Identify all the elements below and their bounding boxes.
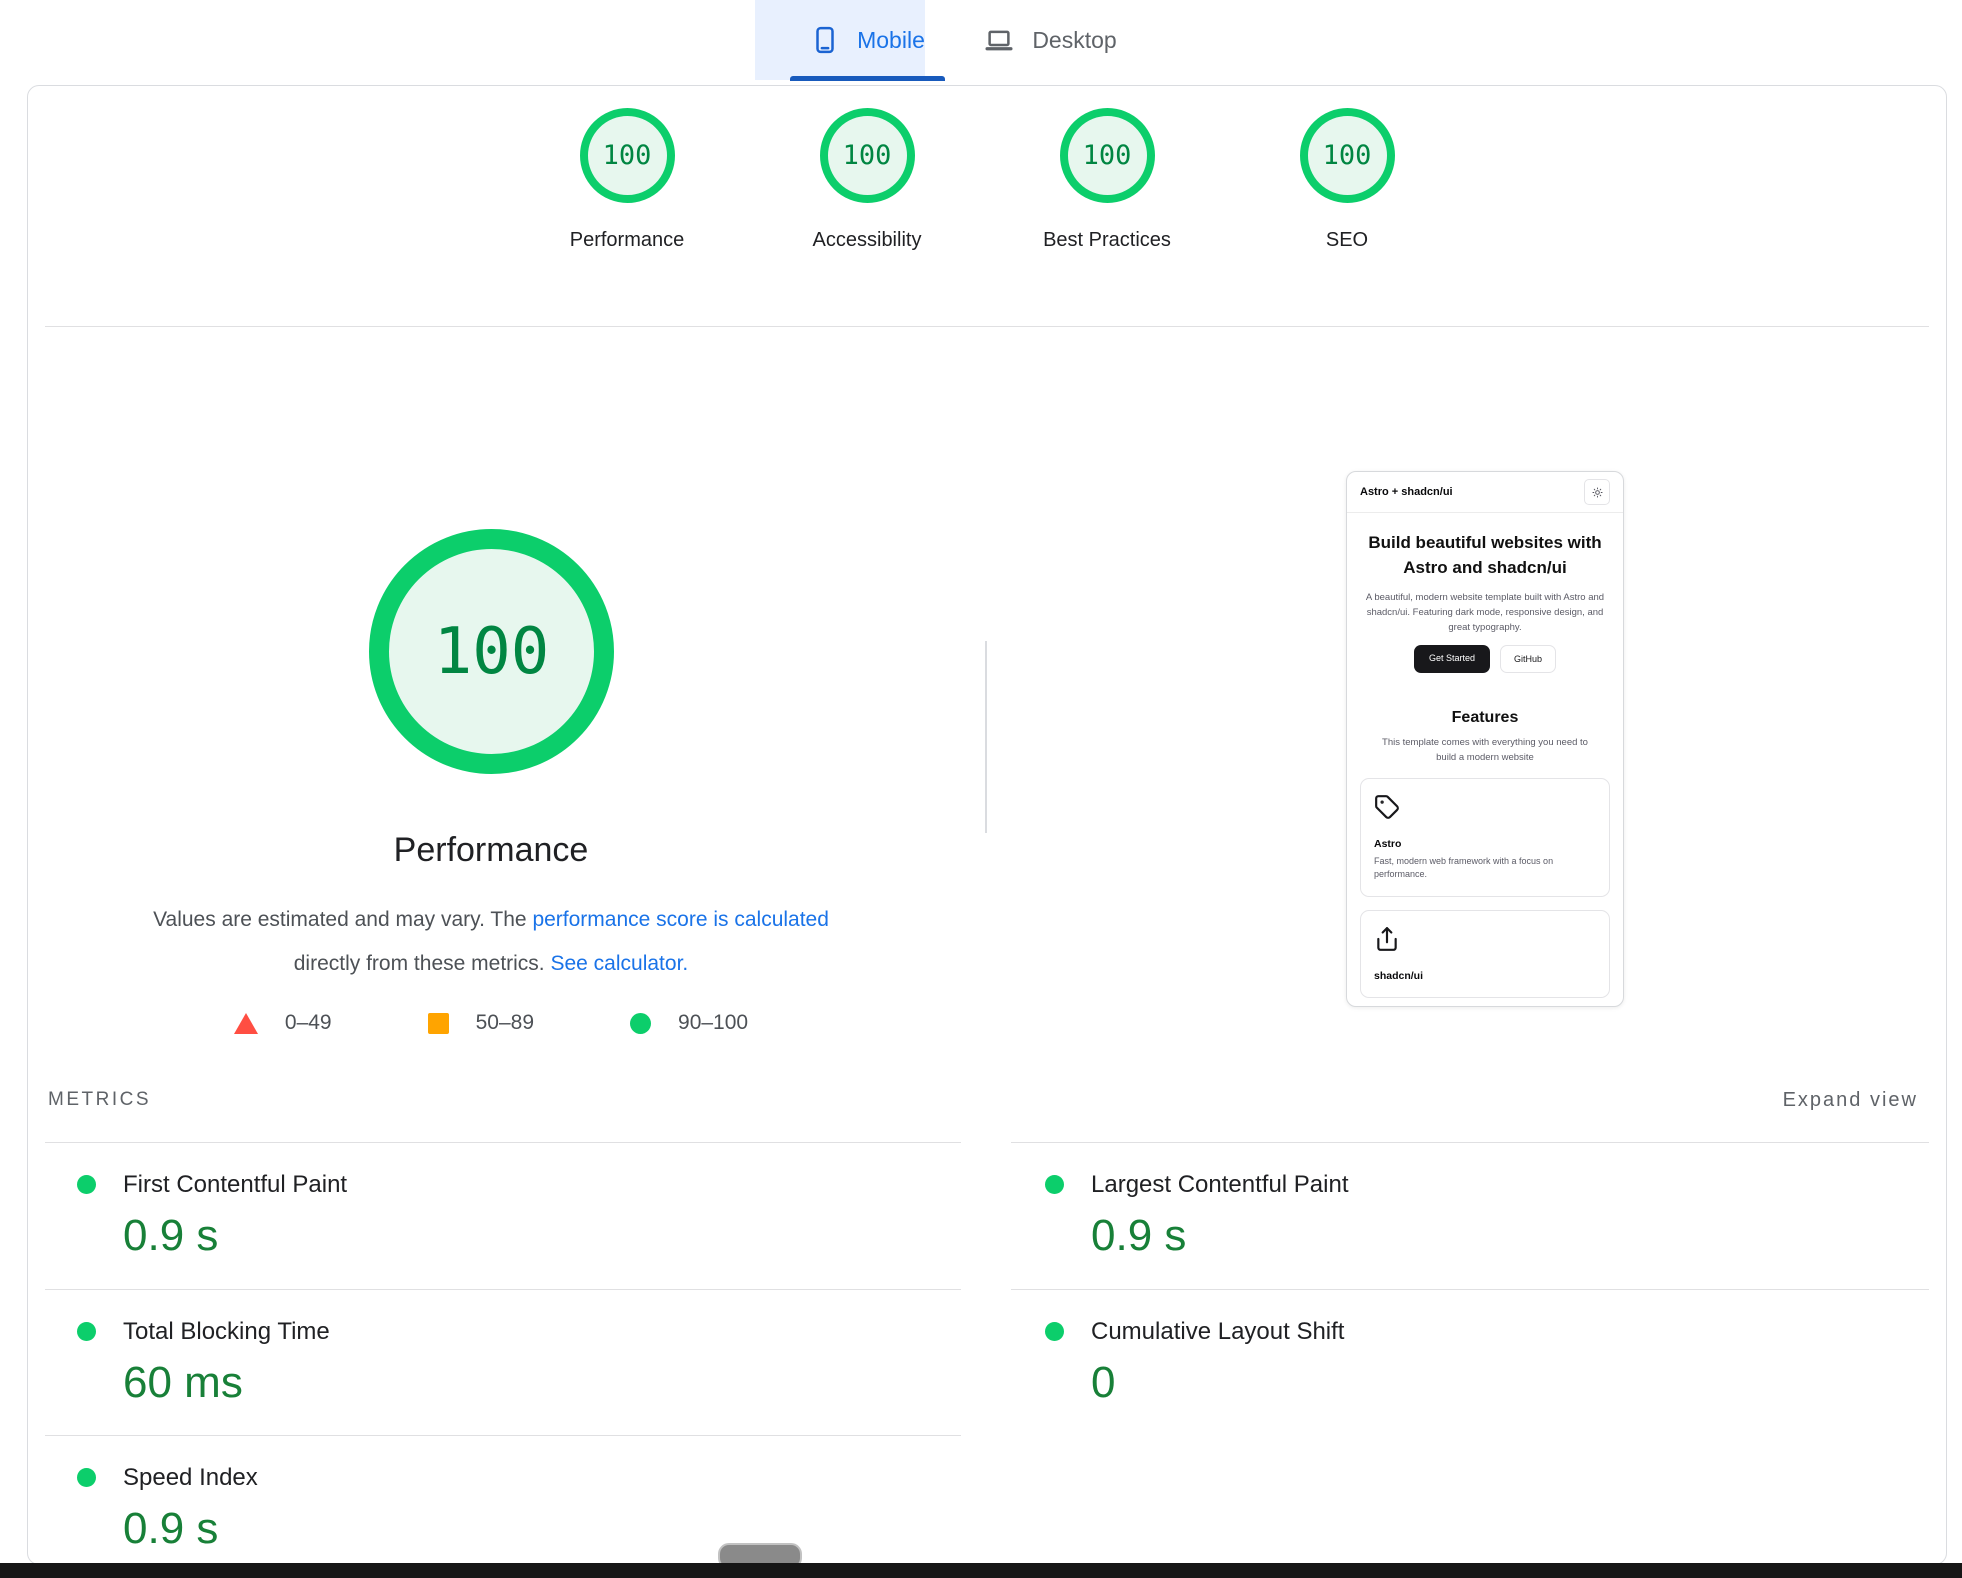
pass-dot-icon	[1045, 1175, 1064, 1194]
score-seo-label: SEO	[1325, 229, 1369, 251]
pagespeed-report: Mobile Desktop 100 Performance 100 Acces…	[0, 0, 1962, 1578]
metric-value: 0.9 s	[123, 1504, 219, 1553]
smartphone-icon	[810, 25, 840, 55]
score-performance-gauge: 100	[579, 108, 675, 203]
preview-features-text: This template comes with everything you …	[1382, 737, 1588, 763]
divider	[45, 1142, 961, 1143]
pass-dot-icon	[1045, 1322, 1064, 1341]
pass-dot-icon	[77, 1175, 96, 1194]
legend-average-range: 50–89	[475, 1011, 535, 1034]
preview-feature-card-shadcn: shadcn/ui	[1360, 910, 1610, 998]
score-legend: 0–49 50–89 90–100	[91, 1011, 891, 1035]
metric-value: 0.9 s	[1091, 1211, 1187, 1260]
divider	[45, 326, 1929, 327]
divider	[45, 1289, 961, 1290]
divider	[1011, 1289, 1929, 1290]
preview-hero-title: Build beautiful websites with Astro and …	[1368, 533, 1602, 577]
metric-name: Cumulative Layout Shift	[1091, 1318, 1345, 1345]
fail-triangle-icon	[233, 1012, 258, 1034]
metric-name: Largest Contentful Paint	[1091, 1171, 1349, 1198]
preview-buttons: Get Started GitHub	[1347, 645, 1623, 673]
share-icon	[1374, 926, 1400, 952]
score-best-practices-label: Best Practices	[1043, 229, 1171, 251]
preview-features-title: Features	[1451, 709, 1519, 726]
score-seo-gauge: 100	[1299, 108, 1395, 203]
metric-value: 60 ms	[123, 1358, 243, 1407]
preview-header: Astro + shadcn/ui	[1347, 472, 1623, 513]
device-tabbar: Mobile Desktop	[0, 0, 1962, 85]
disclaimer-text-2: directly from these metrics.	[293, 952, 551, 975]
score-seo[interactable]: 100 SEO	[1227, 108, 1467, 252]
preview-hero-text: A beautiful, modern website template bui…	[1365, 592, 1605, 633]
expand-view-button[interactable]: Expand view	[1783, 1089, 1918, 1112]
divider	[1011, 1142, 1929, 1143]
tag-icon	[1374, 794, 1400, 820]
score-accessibility[interactable]: 100 Accessibility	[747, 108, 987, 252]
legend-pass: 90–100	[630, 1011, 748, 1035]
score-best-practices[interactable]: 100 Best Practices	[987, 108, 1227, 252]
metrics-heading: METRICS	[48, 1089, 151, 1110]
active-tab-indicator	[790, 76, 945, 81]
laptop-icon	[983, 25, 1015, 55]
see-calculator-link[interactable]: See calculator.	[550, 952, 688, 975]
preview-site-title: Astro + shadcn/ui	[1360, 486, 1453, 498]
category-scores-row: 100 Performance 100 Accessibility 100 Be…	[28, 108, 1946, 252]
metric-value: 0	[1091, 1358, 1116, 1407]
metric-value: 0.9 s	[123, 1211, 219, 1260]
score-accessibility-gauge: 100	[819, 108, 915, 203]
theme-toggle-button	[1584, 479, 1610, 505]
preview-feature-card-astro: Astro Fast, modern web framework with a …	[1360, 778, 1610, 897]
disclaimer-line-2: directly from these metrics. See calcula…	[131, 942, 851, 986]
performance-section-title: Performance	[393, 831, 589, 869]
preview-feature2-name: shadcn/ui	[1374, 970, 1424, 982]
performance-gauge: 100	[369, 529, 614, 774]
column-divider	[985, 641, 987, 833]
metric-name: Speed Index	[123, 1464, 258, 1491]
pass-circle-icon	[630, 1012, 652, 1034]
pass-dot-icon	[77, 1468, 96, 1487]
metric-first-contentful-paint: First Contentful Paint 0.9 s	[77, 1171, 347, 1261]
pass-dot-icon	[77, 1322, 96, 1341]
disclaimer-text: Values are estimated and may vary. The	[153, 908, 533, 931]
preview-github-button: GitHub	[1500, 645, 1557, 673]
tab-desktop[interactable]: Desktop	[925, 0, 1175, 80]
legend-fail: 0–49	[233, 1011, 332, 1035]
divider	[45, 1435, 961, 1436]
average-square-icon	[427, 1012, 449, 1034]
metric-largest-contentful-paint: Largest Contentful Paint 0.9 s	[1045, 1171, 1349, 1261]
calc-doc-link[interactable]: performance score is calculated	[532, 908, 828, 931]
bottom-edge-bar	[0, 1563, 1962, 1578]
score-best-practices-gauge: 100	[1059, 108, 1155, 203]
metric-name: Total Blocking Time	[123, 1318, 330, 1345]
preview-feature1-desc: Fast, modern web framework with a focus …	[1374, 856, 1554, 879]
score-accessibility-label: Accessibility	[812, 229, 922, 251]
score-performance[interactable]: 100 Performance	[507, 108, 747, 252]
performance-disclaimer: Values are estimated and may vary. The p…	[131, 898, 851, 986]
disclaimer-line-1: Values are estimated and may vary. The p…	[131, 898, 851, 942]
legend-average: 50–89	[427, 1011, 535, 1035]
preview-feature1-name: Astro	[1374, 838, 1402, 850]
tab-mobile-label: Mobile	[857, 26, 925, 53]
preview-get-started-button: Get Started	[1413, 645, 1490, 673]
legend-pass-range: 90–100	[678, 1011, 749, 1034]
metric-speed-index: Speed Index 0.9 s	[77, 1464, 258, 1554]
metric-name: First Contentful Paint	[123, 1171, 348, 1198]
score-performance-label: Performance	[569, 229, 685, 251]
metric-total-blocking-time: Total Blocking Time 60 ms	[77, 1318, 330, 1408]
legend-fail-range: 0–49	[284, 1011, 332, 1034]
tab-desktop-label: Desktop	[1032, 26, 1117, 53]
report-card: 100 Performance 100 Accessibility 100 Be…	[27, 85, 1947, 1565]
metric-cumulative-layout-shift: Cumulative Layout Shift 0	[1045, 1318, 1344, 1408]
final-screenshot-thumbnail: Astro + shadcn/ui Build beautiful websit…	[1346, 471, 1624, 1007]
